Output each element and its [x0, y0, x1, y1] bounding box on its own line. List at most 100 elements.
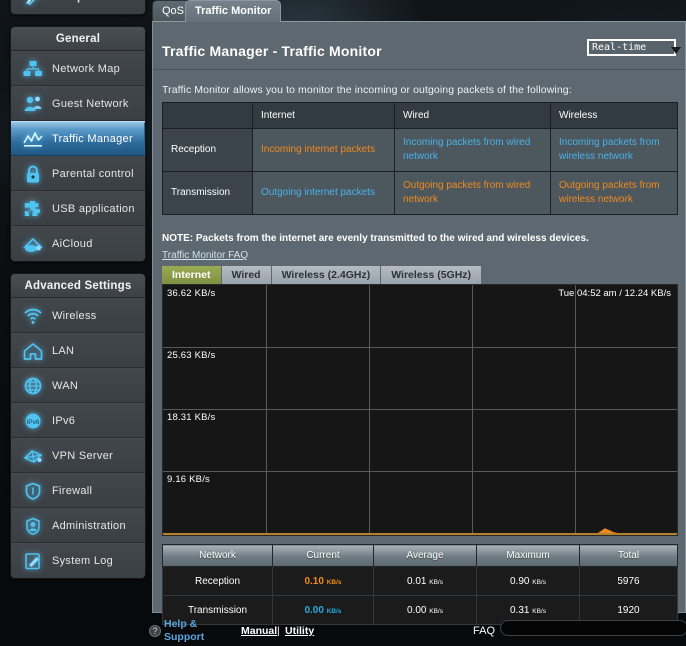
info-transmission-wireless: Outgoing packets from wireless network	[550, 171, 678, 215]
sidebar-item-aicloud[interactable]: AiCloud	[11, 226, 145, 261]
sidebar-group-advanced-header: Advanced Settings	[11, 274, 145, 298]
stat-reception-maximum-value: 0.90	[510, 575, 530, 587]
info-transmission-internet: Outgoing internet packets	[252, 171, 395, 215]
sidebar-item-administration[interactable]: Administration	[11, 508, 145, 543]
sidebar-item-wireless-label: Wireless	[52, 309, 97, 322]
footer-separator: |	[277, 625, 280, 637]
faq-search-input[interactable]	[500, 620, 686, 636]
sidebar-item-wan-label: WAN	[52, 379, 79, 392]
traffic-monitor-faq-link[interactable]: Traffic Monitor FAQ	[162, 250, 248, 261]
stat-col-average: Average	[373, 544, 477, 567]
packet-info-table: Internet Wired Wireless Reception Incomi…	[162, 102, 678, 215]
sidebar-item-vpn-server-label: VPN Server	[52, 449, 114, 462]
stat-col-total: Total	[579, 544, 678, 567]
sidebar-item-lan-label: LAN	[52, 344, 75, 357]
vpn-icon	[20, 444, 46, 468]
sidebar-item-parental-control[interactable]: Parental control	[11, 156, 145, 191]
cloud-icon	[20, 232, 46, 256]
sidebar-item-administration-label: Administration	[52, 519, 126, 532]
sidebar-group-general-header: General	[11, 27, 145, 51]
graph-tab-internet[interactable]: Internet	[162, 266, 222, 284]
sidebar-item-ipv6[interactable]: IPv6 IPv6	[11, 403, 145, 438]
sidebar-item-system-log-label: System Log	[52, 555, 114, 567]
page-title: Traffic Manager - Traffic Monitor	[162, 43, 382, 59]
puzzle-icon	[20, 197, 46, 221]
log-edit-icon	[20, 549, 46, 573]
tab-traffic-monitor[interactable]: Traffic Monitor	[185, 0, 282, 22]
info-reception-wired: Incoming packets from wired network	[394, 128, 551, 172]
pen-icon	[20, 0, 46, 9]
sidebar-item-firewall[interactable]: Firewall	[11, 473, 145, 508]
sidebar-item-firewall-label: Firewall	[52, 484, 93, 497]
chevron-down-icon[interactable]	[671, 47, 681, 54]
manual-link[interactable]: Manual	[241, 625, 277, 637]
stat-unit: KB/s	[326, 607, 342, 615]
page-description: Traffic Monitor allows you to monitor th…	[162, 84, 572, 96]
user-admin-icon	[20, 514, 46, 538]
sidebar-group-general: General Network Map Guest Network Traffi…	[10, 26, 146, 262]
title-divider	[153, 69, 685, 70]
info-col-wireless: Wireless	[550, 102, 678, 129]
stat-reception-average: 0.01 KB/s	[373, 566, 477, 596]
stat-col-maximum: Maximum	[476, 544, 580, 567]
sidebar-item-guest-network[interactable]: Guest Network	[11, 86, 145, 121]
sidebar-item-traffic-manager[interactable]: Traffic Manager	[11, 121, 145, 156]
question-mark-icon[interactable]: ?	[149, 625, 161, 637]
stat-unit: KB/s	[326, 578, 342, 586]
sidebar-item-guest-network-label: Guest Network	[52, 97, 129, 110]
info-row-reception-label: Reception	[162, 128, 253, 172]
mode-select[interactable]: Real-time	[587, 39, 676, 56]
sidebar-item-system-log[interactable]: System Log	[11, 543, 145, 578]
stat-col-network: Network	[162, 544, 273, 567]
info-transmission-wired: Outgoing packets from wired network	[394, 171, 551, 215]
globe-icon	[20, 374, 46, 398]
wifi-icon	[20, 304, 46, 328]
info-reception-wireless: Incoming packets from wireless network	[550, 128, 678, 172]
network-map-icon	[20, 57, 46, 81]
stat-transmission-maximum-value: 0.31	[510, 604, 530, 616]
lock-icon	[20, 162, 46, 186]
sidebar-item-wireless[interactable]: Wireless	[11, 298, 145, 333]
sidebar-item-setup-label: Setup	[52, 0, 84, 3]
guest-network-icon	[20, 92, 46, 116]
graph-tab-bar: Internet Wired Wireless (2.4GHz) Wireles…	[162, 266, 678, 284]
stat-transmission-average-value: 0.00	[407, 604, 427, 616]
graph-tab-wireless-5[interactable]: Wireless (5GHz)	[381, 266, 483, 284]
sidebar-item-wan[interactable]: WAN	[11, 368, 145, 403]
graph-tab-wireless-24[interactable]: Wireless (2.4GHz)	[271, 266, 382, 284]
sidebar-item-parental-control-label: Parental control	[52, 167, 134, 180]
sidebar-item-network-map[interactable]: Network Map	[11, 51, 145, 86]
faq-label: FAQ	[473, 625, 496, 637]
stat-reception-total: 5976	[579, 566, 678, 596]
sidebar-item-setup[interactable]: Setup	[11, 0, 145, 14]
sidebar-item-usb-application[interactable]: USB application	[11, 191, 145, 226]
traffic-stats-table: Network Current Average Maximum Total Re…	[162, 544, 678, 625]
info-row-transmission-label: Transmission	[162, 171, 253, 215]
table-row: Reception 0.10 KB/s 0.01 KB/s 0.90 KB/s …	[162, 566, 678, 596]
shield-icon	[20, 479, 46, 503]
info-col-internet: Internet	[252, 102, 395, 129]
footer-bar: ? Help & Support Manual | Utility FAQ	[140, 616, 686, 646]
utility-link[interactable]: Utility	[285, 625, 314, 637]
sidebar-item-network-map-label: Network Map	[52, 62, 121, 75]
stat-reception-maximum: 0.90 KB/s	[476, 566, 580, 596]
sidebar-item-usb-application-label: USB application	[52, 202, 135, 215]
sidebar-group-advanced: Advanced Settings Wireless LAN WAN IPv6 …	[10, 273, 146, 579]
graph-tab-wired[interactable]: Wired	[221, 266, 272, 284]
sidebar-item-ipv6-label: IPv6	[52, 414, 76, 427]
sidebar-item-lan[interactable]: LAN	[11, 333, 145, 368]
traffic-graph[interactable]: 36.62 KB/s 25.63 KB/s 18.31 KB/s 9.16 KB…	[162, 284, 678, 536]
table-row: Transmission Outgoing internet packets O…	[162, 171, 678, 215]
sidebar-item-vpn-server[interactable]: VPN Server	[11, 438, 145, 473]
stat-reception-current-value: 0.10	[304, 575, 324, 587]
home-icon	[20, 339, 46, 363]
traffic-manager-icon	[20, 127, 46, 151]
table-header-row: Internet Wired Wireless	[162, 102, 678, 129]
sidebar-group-setup: Setup	[10, 0, 146, 15]
sidebar-item-aicloud-label: AiCloud	[52, 238, 93, 250]
stat-transmission-current-value: 0.00	[304, 604, 324, 616]
stat-unit: KB/s	[532, 607, 546, 615]
help-support-link[interactable]: Help & Support	[164, 618, 220, 644]
stat-reception-current: 0.10 KB/s	[272, 566, 374, 596]
sidebar-item-traffic-manager-label: Traffic Manager	[52, 132, 133, 145]
